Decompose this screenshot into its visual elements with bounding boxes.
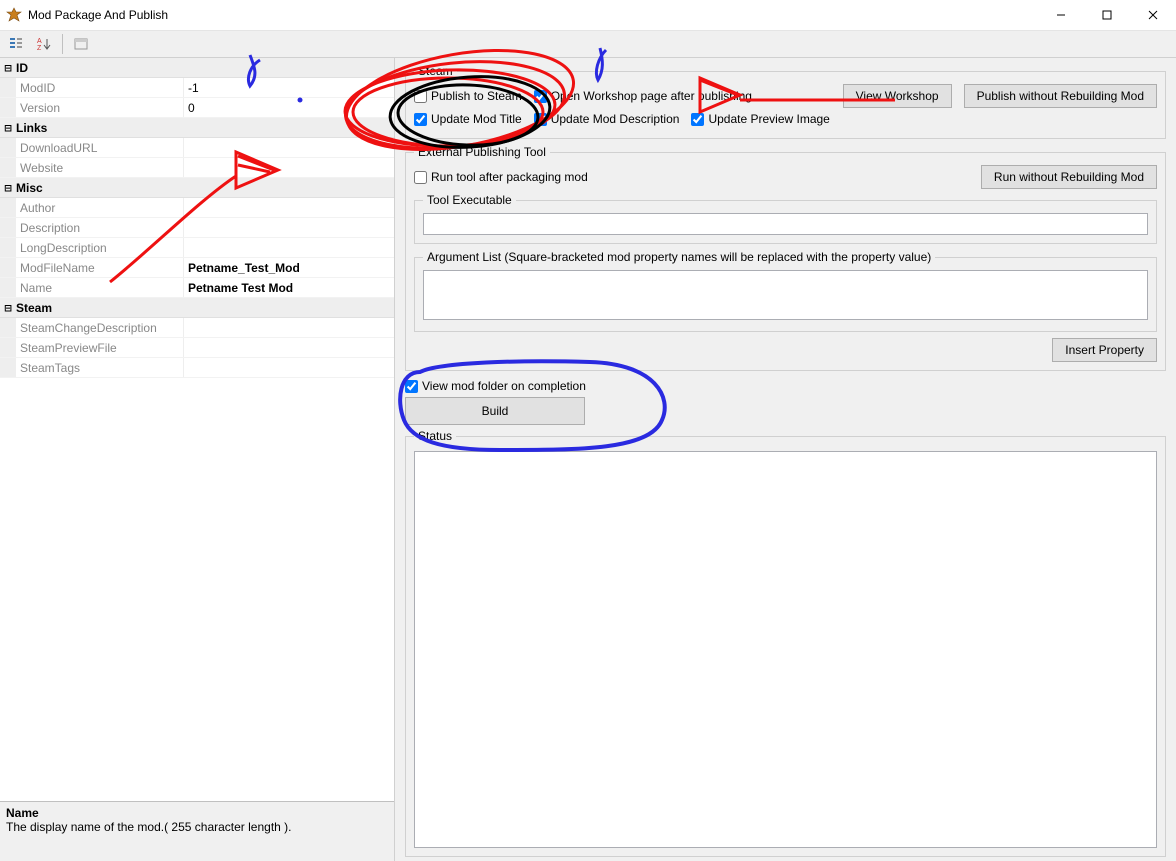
property-key: SteamChangeDescription: [16, 318, 184, 337]
tool-executable-group: Tool Executable: [414, 193, 1157, 244]
argument-list-legend: Argument List (Square-bracketed mod prop…: [423, 250, 935, 264]
external-publishing-tool-group: External Publishing Tool Run tool after …: [405, 145, 1166, 371]
view-workshop-button[interactable]: View Workshop: [843, 84, 952, 108]
property-value[interactable]: [184, 198, 394, 217]
property-category[interactable]: ⊟ID: [0, 58, 394, 78]
property-row[interactable]: Version0: [0, 98, 394, 118]
property-grid[interactable]: ⊟IDModID-1Version0⊟LinksDownloadURLWebsi…: [0, 58, 394, 801]
property-key: LongDescription: [16, 238, 184, 257]
svg-text:A: A: [37, 38, 42, 45]
collapse-icon[interactable]: ⊟: [0, 61, 16, 75]
property-row[interactable]: Description: [0, 218, 394, 238]
property-key: Website: [16, 158, 184, 177]
publish-to-steam-checkbox[interactable]: Publish to Steam: [414, 89, 522, 103]
property-key: Description: [16, 218, 184, 237]
maximize-button[interactable]: [1084, 0, 1130, 30]
property-help-name: Name: [6, 806, 388, 820]
collapse-icon[interactable]: ⊟: [0, 121, 16, 135]
property-help-pane: Name The display name of the mod.( 255 c…: [0, 801, 394, 861]
property-value[interactable]: [184, 358, 394, 377]
property-value[interactable]: [184, 238, 394, 257]
property-key: SteamTags: [16, 358, 184, 377]
property-row[interactable]: ModFileNamePetname_Test_Mod: [0, 258, 394, 278]
steam-group-legend: Steam: [414, 64, 457, 78]
build-button[interactable]: Build: [405, 397, 585, 425]
svg-text:Z: Z: [37, 45, 42, 52]
property-pages-button[interactable]: [69, 33, 93, 55]
status-legend: Status: [414, 429, 456, 443]
status-group: Status: [405, 429, 1166, 857]
open-workshop-after-checkbox[interactable]: Open Workshop page after publishing: [534, 89, 752, 103]
argument-list-group: Argument List (Square-bracketed mod prop…: [414, 250, 1157, 332]
property-key: ModID: [16, 78, 184, 97]
run-without-rebuilding-button[interactable]: Run without Rebuilding Mod: [981, 165, 1157, 189]
property-category-label: Steam: [16, 301, 52, 315]
property-value[interactable]: [184, 218, 394, 237]
publish-without-rebuilding-button[interactable]: Publish without Rebuilding Mod: [964, 84, 1157, 108]
property-key: Version: [16, 98, 184, 117]
tool-executable-legend: Tool Executable: [423, 193, 516, 207]
property-row[interactable]: NamePetname Test Mod: [0, 278, 394, 298]
property-key: Name: [16, 278, 184, 297]
property-row[interactable]: SteamPreviewFile: [0, 338, 394, 358]
argument-list-input[interactable]: [423, 270, 1148, 320]
property-key: ModFileName: [16, 258, 184, 277]
update-mod-title-checkbox[interactable]: Update Mod Title: [414, 112, 522, 126]
property-category-label: Misc: [16, 181, 43, 195]
property-category[interactable]: ⊟Links: [0, 118, 394, 138]
property-category-label: Links: [16, 121, 47, 135]
property-value[interactable]: [184, 158, 394, 177]
property-row[interactable]: ModID-1: [0, 78, 394, 98]
property-key: Author: [16, 198, 184, 217]
property-category[interactable]: ⊟Steam: [0, 298, 394, 318]
window-title: Mod Package And Publish: [28, 8, 168, 22]
status-output[interactable]: [414, 451, 1157, 848]
property-row[interactable]: SteamTags: [0, 358, 394, 378]
property-value[interactable]: [184, 338, 394, 357]
property-key: SteamPreviewFile: [16, 338, 184, 357]
property-key: DownloadURL: [16, 138, 184, 157]
minimize-button[interactable]: [1038, 0, 1084, 30]
property-value[interactable]: Petname Test Mod: [184, 278, 394, 297]
property-row[interactable]: Author: [0, 198, 394, 218]
toolbar-separator: [62, 34, 63, 54]
property-category[interactable]: ⊟Misc: [0, 178, 394, 198]
view-mod-folder-checkbox[interactable]: View mod folder on completion: [405, 379, 586, 393]
property-row[interactable]: Website: [0, 158, 394, 178]
property-value[interactable]: -1: [184, 78, 394, 97]
insert-property-button[interactable]: Insert Property: [1052, 338, 1157, 362]
property-value[interactable]: Petname_Test_Mod: [184, 258, 394, 277]
run-tool-after-packaging-checkbox[interactable]: Run tool after packaging mod: [414, 170, 588, 184]
propgrid-toolbar: AZ: [0, 30, 1176, 58]
categorized-view-button[interactable]: [4, 33, 28, 55]
close-button[interactable]: [1130, 0, 1176, 30]
steam-group: Steam Publish to Steam Open Workshop pag…: [405, 64, 1166, 139]
property-row[interactable]: DownloadURL: [0, 138, 394, 158]
property-row[interactable]: LongDescription: [0, 238, 394, 258]
collapse-icon[interactable]: ⊟: [0, 301, 16, 315]
property-value[interactable]: [184, 318, 394, 337]
property-grid-panel: ⊟IDModID-1Version0⊟LinksDownloadURLWebsi…: [0, 58, 395, 861]
app-icon: [6, 7, 22, 23]
titlebar: Mod Package And Publish: [0, 0, 1176, 30]
update-mod-description-checkbox[interactable]: Update Mod Description: [534, 112, 680, 126]
alphabetical-view-button[interactable]: AZ: [32, 33, 56, 55]
property-value[interactable]: [184, 138, 394, 157]
external-publishing-tool-legend: External Publishing Tool: [414, 145, 550, 159]
tool-executable-input[interactable]: [423, 213, 1148, 235]
property-help-desc: The display name of the mod.( 255 charac…: [6, 820, 388, 834]
collapse-icon[interactable]: ⊟: [0, 181, 16, 195]
property-value[interactable]: 0: [184, 98, 394, 117]
update-preview-image-checkbox[interactable]: Update Preview Image: [691, 112, 829, 126]
property-category-label: ID: [16, 61, 28, 75]
property-row[interactable]: SteamChangeDescription: [0, 318, 394, 338]
